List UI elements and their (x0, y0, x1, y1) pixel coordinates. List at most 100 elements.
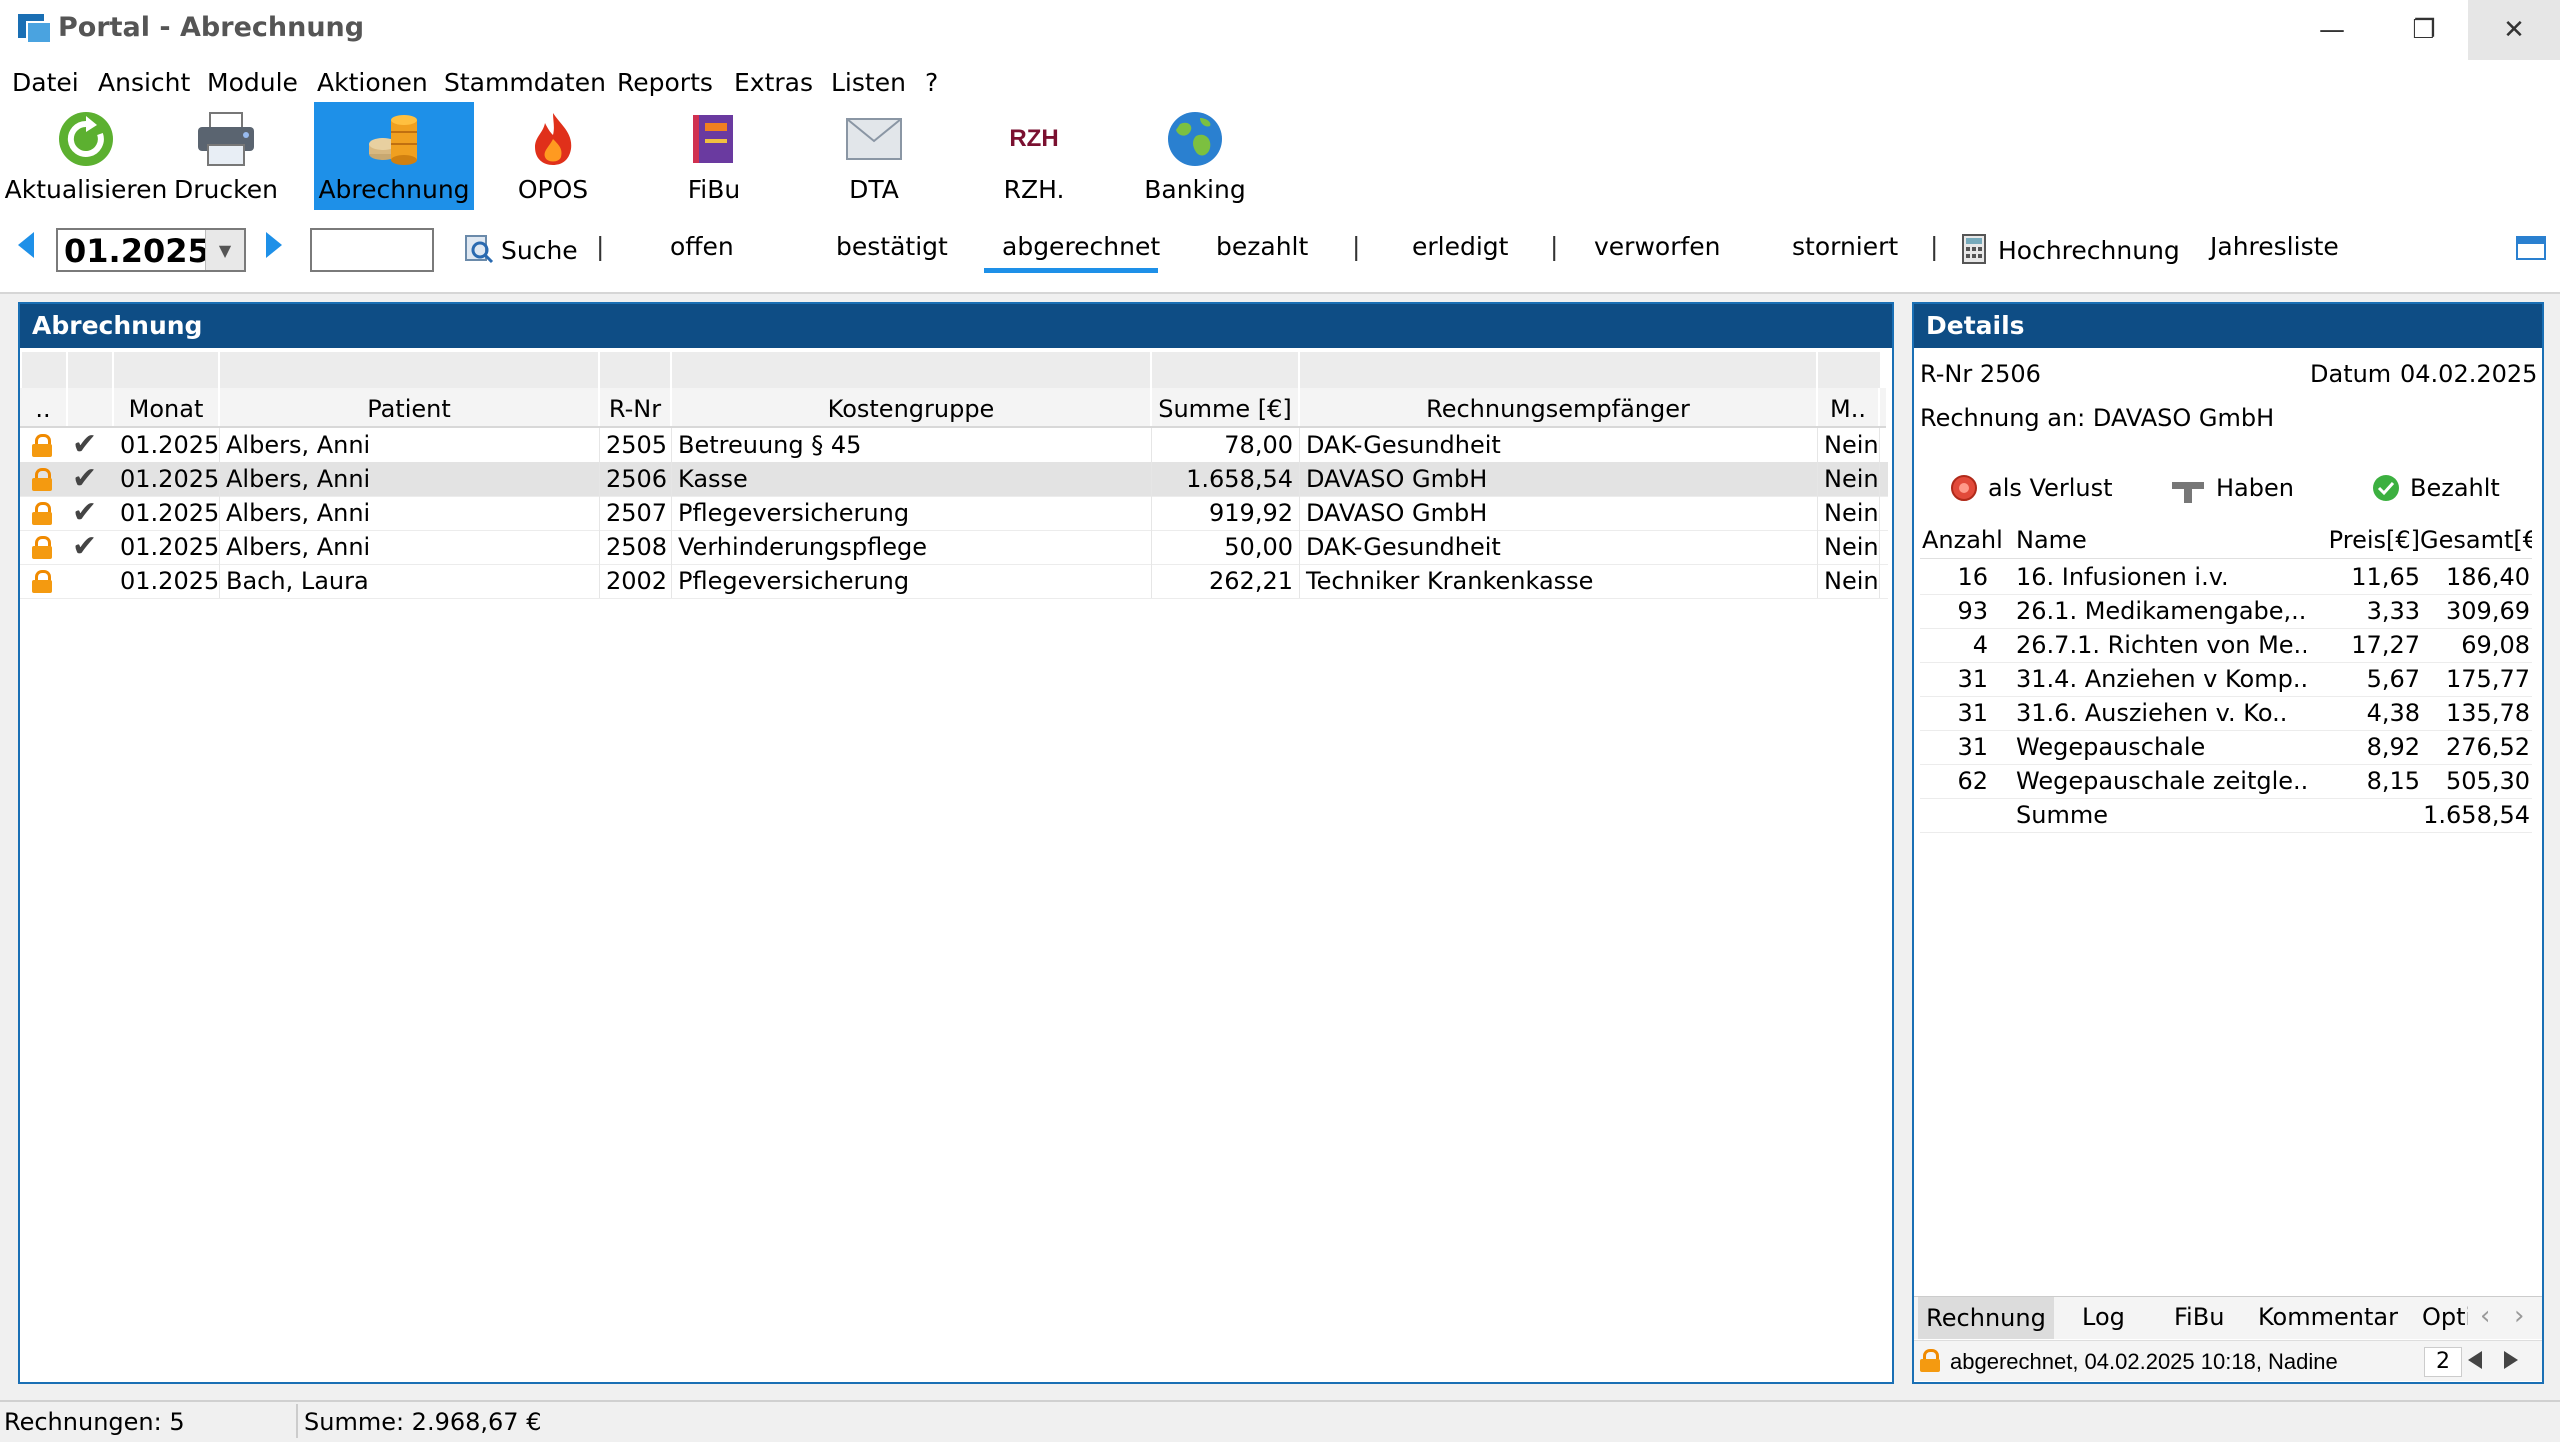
details-item-row[interactable]: 31 Wegepauschale 8,92 276,52 (1920, 730, 2532, 765)
table-row[interactable]: 01.2025 Bach, Laura 2002 Pflegeversicherung… (20, 564, 1888, 599)
refresh-icon (56, 109, 116, 169)
menu-ansicht[interactable]: Ansicht (98, 68, 190, 97)
print-button[interactable]: Drucken (170, 102, 282, 210)
fibu-button[interactable]: FiBu (662, 102, 766, 210)
restore-button[interactable]: ❐ (2378, 0, 2470, 60)
details-col-total: Gesamt[€] (2420, 526, 2532, 554)
details-item-row[interactable]: 62 Wegepauschale zeitgle.. 8,15 505,30 (1920, 764, 2532, 799)
tab-scroll-left-icon[interactable]: ‹ (2480, 1301, 2490, 1331)
lock-icon (32, 570, 52, 593)
search-button[interactable]: Suche (501, 236, 578, 265)
tab-abgerechnet[interactable]: abgerechnet (1002, 232, 1160, 261)
cell-m: Nein (1818, 564, 1880, 598)
menu-reports[interactable]: Reports (617, 68, 713, 97)
details-panel: Details R-Nr 2506 Datum 04.02.2025 Rechn… (1912, 302, 2544, 1384)
tab-verworfen[interactable]: verworfen (1594, 232, 1721, 261)
tab-kommentar[interactable]: Kommentar (2258, 1303, 2398, 1331)
cell-m: Nein (1818, 462, 1880, 496)
tab-bestaetigt[interactable]: bestätigt (836, 232, 948, 261)
search-input[interactable] (310, 228, 434, 272)
prev-page-icon[interactable] (2468, 1351, 2482, 1369)
table-row[interactable]: ✔ 01.2025 Albers, Anni 2507 Pflegeversicheru… (20, 496, 1888, 531)
cell-patient: Albers, Anni (220, 530, 600, 564)
next-month-icon[interactable] (266, 232, 282, 258)
cell-cost-group: Pflegeversicherung (672, 496, 1152, 530)
details-recipient: Rechnung an: DAVASO GmbH (1920, 404, 2275, 432)
cell-month: 01.2025 (114, 428, 220, 462)
tab-erledigt[interactable]: erledigt (1412, 232, 1508, 261)
tab-scroll-right-icon[interactable]: › (2514, 1301, 2524, 1331)
tab-bezahlt[interactable]: bezahlt (1216, 232, 1308, 261)
tab-fibu[interactable]: FiBu (2174, 1303, 2224, 1331)
menu-extras[interactable]: Extras (734, 68, 813, 97)
banking-button[interactable]: Banking (1140, 102, 1250, 210)
details-item-row[interactable]: 31 31.6. Ausziehen v. Ko.. 4,38 135,78 (1920, 696, 2532, 731)
tab-optionen[interactable]: Opti (2422, 1303, 2468, 1331)
tab-log[interactable]: Log (2082, 1303, 2125, 1331)
details-price: 8,92 (2366, 733, 2420, 761)
cell-sum: 262,21 (1152, 564, 1300, 598)
menu-listen[interactable]: Listen (831, 68, 906, 97)
details-tabs: Rechnung Log FiBu Kommentar Opti ‹ › (1914, 1296, 2542, 1339)
menu-datei[interactable]: Datei (12, 68, 79, 97)
cell-m: Nein (1818, 530, 1880, 564)
details-price: 17,27 (2351, 631, 2420, 659)
cell-sum: 1.658,54 (1152, 462, 1300, 496)
col-header-sum[interactable]: Summe [€] (1152, 388, 1300, 426)
total-sum: Summe: 2.968,67 € (304, 1408, 542, 1436)
check-icon: ✔ (72, 427, 98, 462)
table-row[interactable]: ✔ 01.2025 Albers, Anni 2508 Verhinderungspfl… (20, 530, 1888, 565)
tab-storniert[interactable]: storniert (1792, 232, 1898, 261)
rzh-button[interactable]: RZH RZH. (982, 102, 1086, 210)
cell-month: 01.2025 (114, 496, 220, 530)
details-qty: 4 (1972, 631, 1988, 659)
minimize-button[interactable]: — (2286, 0, 2378, 60)
details-price: 3,33 (2366, 597, 2420, 625)
col-header-status[interactable]: .. (20, 388, 68, 426)
tab-rechnung[interactable]: Rechnung (1918, 1297, 2054, 1339)
table-row[interactable]: ✔ 01.2025 Albers, Anni 2505 Betreuung § 45 78… (20, 428, 1888, 463)
details-item-row[interactable]: 93 26.1. Medikamengabe,.. 3,33 309,69 (1920, 594, 2532, 629)
mark-loss-button[interactable]: als Verlust (1988, 474, 2113, 502)
filter-bar: 01.2025 ▼ Suche | offen bestätigt abgere… (0, 210, 2560, 294)
tab-offen[interactable]: offen (670, 232, 734, 261)
annual-list-button[interactable]: Jahresliste (2210, 232, 2339, 261)
month-select[interactable]: 01.2025 ▼ (56, 228, 246, 272)
cell-cost-group: Betreuung § 45 (672, 428, 1152, 462)
col-header-recipient[interactable]: Rechnungsempfänger (1300, 388, 1818, 426)
close-button[interactable]: ✕ (2468, 0, 2560, 60)
col-header-cost-group[interactable]: Kostengruppe (672, 388, 1152, 426)
refresh-button[interactable]: Aktualisieren (5, 102, 167, 210)
menu-aktionen[interactable]: Aktionen (317, 68, 428, 97)
forecast-button[interactable]: Hochrechnung (1998, 236, 2180, 265)
col-header-m[interactable]: M.. (1818, 388, 1880, 426)
next-page-icon[interactable] (2504, 1351, 2518, 1369)
toolbar: Aktualisieren Drucken Abrechnung OPOS Fi… (0, 102, 2560, 210)
menu-module[interactable]: Module (207, 68, 298, 97)
details-item-row[interactable]: 16 16. Infusionen i.v. 11,65 186,40 (1920, 560, 2532, 595)
credit-icon (2172, 480, 2206, 506)
col-header-rnr[interactable]: R-Nr (600, 388, 672, 426)
cell-recipient: DAVASO GmbH (1300, 496, 1818, 530)
chevron-down-icon[interactable]: ▼ (205, 230, 244, 270)
mark-paid-button[interactable]: Bezahlt (2410, 474, 2500, 502)
col-header-month[interactable]: Monat (114, 388, 220, 426)
opos-button[interactable]: OPOS (500, 102, 606, 210)
menu-help[interactable]: ? (925, 68, 938, 97)
panel-toggle-icon[interactable] (2516, 236, 2546, 260)
details-item-row[interactable]: 4 26.7.1. Richten von Me.. 17,27 69,08 (1920, 628, 2532, 663)
search-icon[interactable] (464, 234, 494, 268)
credit-button[interactable]: Haben (2216, 474, 2294, 502)
dta-button[interactable]: DTA (822, 102, 926, 210)
details-item-row[interactable]: 31 31.4. Anziehen v Komp.. 5,67 175,77 (1920, 662, 2532, 697)
details-name: Wegepauschale (2016, 733, 2206, 761)
check-icon: ✔ (72, 529, 98, 564)
menu-stammdaten[interactable]: Stammdaten (444, 68, 606, 97)
cell-rnr: 2505 (600, 428, 672, 462)
col-header-patient[interactable]: Patient (220, 388, 600, 426)
billing-button[interactable]: Abrechnung (314, 102, 474, 210)
title-bar: Portal - Abrechnung — ❐ ✕ (0, 0, 2560, 60)
table-row[interactable]: ✔ 01.2025 Albers, Anni 2506 Kasse 1.658,54 DAV… (20, 462, 1888, 497)
prev-month-icon[interactable] (18, 232, 34, 258)
col-header-check[interactable] (68, 388, 114, 426)
